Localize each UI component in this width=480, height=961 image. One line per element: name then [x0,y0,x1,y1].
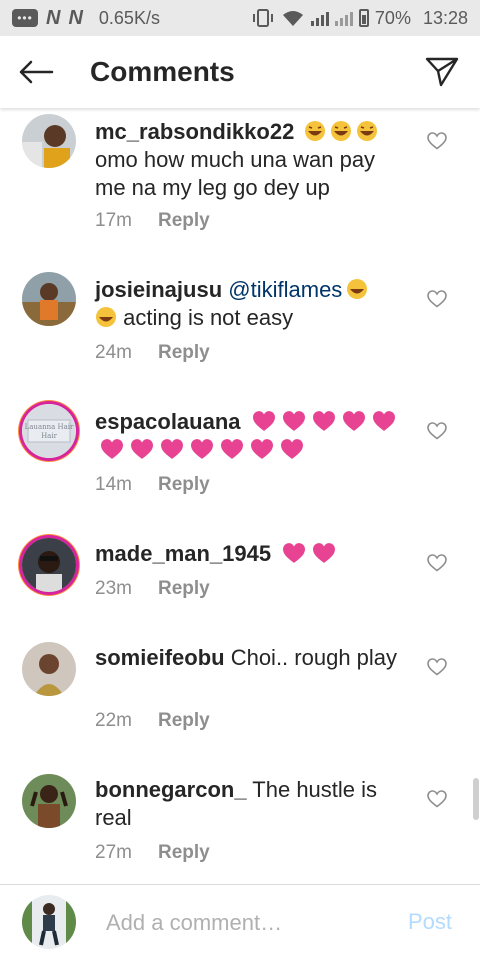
avatar[interactable] [22,114,76,168]
reply-button[interactable]: Reply [158,842,210,863]
heart-emoji-icon [221,439,243,459]
comment-list[interactable]: mc_rabsondikko22 omo how much una wan pa… [0,108,480,884]
status-bar: ••• N N 0.65K/s 70% 13:28 [0,0,480,36]
comment-meta: 14m Reply [95,474,210,496]
signal-icon [310,10,329,26]
message-notification-icon: ••• [12,9,38,27]
post-button[interactable]: Post [408,909,452,935]
comment-meta: 17m Reply [95,210,210,232]
comment-body: espacolauana [95,408,405,464]
reply-button[interactable]: Reply [158,210,210,231]
comment-body: mc_rabsondikko22 omo how much una wan pa… [95,118,405,202]
back-button[interactable] [16,52,56,92]
share-button[interactable] [422,52,462,92]
comment-username[interactable]: somieifeobu [95,645,225,670]
like-heart-icon[interactable] [427,790,447,808]
paper-plane-icon [425,57,459,87]
comment-time: 17m [95,210,132,231]
n-notification-icon-2: N [68,6,83,29]
back-arrow-icon [19,60,54,84]
heart-emoji-icon [131,439,153,459]
scrollbar[interactable] [473,778,479,820]
comment-username[interactable]: josieinajusu [95,277,222,302]
avatar[interactable] [22,642,76,696]
heart-emoji-row [277,541,337,566]
current-user-avatar [22,895,76,949]
heart-emoji-icon [161,439,183,459]
network-speed: 0.65K/s [98,7,160,28]
svg-text:Hair: Hair [41,432,58,440]
heart-emoji-icon [312,411,335,431]
heart-emoji-icon [313,543,336,563]
reply-button[interactable]: Reply [158,342,210,363]
comment-input[interactable] [104,903,388,943]
n-notification-icon: N [46,6,61,29]
heart-emoji-icon [282,411,305,431]
heart-emoji-icon [101,439,123,459]
avatar-with-story-ring[interactable] [22,538,76,592]
comment-text: acting is not easy [123,305,294,330]
comment-composer: Post [0,884,480,961]
emoji-laughing-icon [300,119,378,144]
like-heart-icon[interactable] [427,658,447,676]
comment-time: 23m [95,578,132,599]
comment-meta: 24m Reply [95,342,210,364]
comment-meta: 23m Reply [95,578,210,600]
reply-button[interactable]: Reply [158,474,210,495]
heart-emoji-icon [251,439,273,459]
comment-meta: 27m Reply [95,842,210,864]
comment-text: Choi.. rough play [230,645,398,670]
heart-emoji-icon [252,411,275,431]
clock: 13:28 [422,7,468,28]
comment-meta: 22m Reply [95,710,210,732]
comment-time: 14m [95,474,132,495]
wifi-icon [282,11,303,26]
avatar-logo-text: Lauanna Hair [25,423,74,431]
avatar[interactable] [22,774,76,828]
heart-emoji-icon [342,411,365,431]
comment-username[interactable]: mc_rabsondikko22 [95,119,294,144]
heart-emoji-icon [283,543,306,563]
like-heart-icon[interactable] [427,132,447,150]
reply-button[interactable]: Reply [158,578,210,599]
page-title: Comments [90,56,235,87]
comment-time: 22m [95,710,132,731]
signal-icon-2 [334,10,353,26]
comment-text: omo how much una wan pay me na my leg go… [95,147,376,200]
reply-button[interactable]: Reply [158,710,210,731]
avatar-with-story-ring[interactable]: Lauanna Hair Hair [22,404,76,458]
emoji-laughing-icon [347,279,368,299]
comment-body: made_man_1945 [95,540,405,568]
comment-body: bonnegarcon_ The hustle is real [95,776,405,832]
battery-percent: 70% [374,7,411,28]
comment-body: somieifeobu Choi.. rough play [95,644,405,672]
comment-username[interactable]: espacolauana [95,409,241,434]
like-heart-icon[interactable] [427,554,447,572]
emoji-laughing-icon [96,307,116,327]
comment-time: 24m [95,342,132,363]
vibrate-icon [252,9,273,27]
battery-icon [358,9,369,27]
comment-username[interactable]: bonnegarcon_ [95,777,247,802]
comment-mention[interactable]: @tikiflames [228,277,342,302]
heart-emoji-icon [281,439,303,459]
app-header: Comments [0,36,480,108]
like-heart-icon[interactable] [427,422,447,440]
comment-body: josieinajusu @tikiflames acting is not e… [95,276,405,332]
avatar[interactable] [22,272,76,326]
heart-emoji-icon [372,411,395,431]
like-heart-icon[interactable] [427,290,447,308]
comment-time: 27m [95,842,132,863]
comment-username[interactable]: made_man_1945 [95,541,271,566]
heart-emoji-icon [191,439,213,459]
